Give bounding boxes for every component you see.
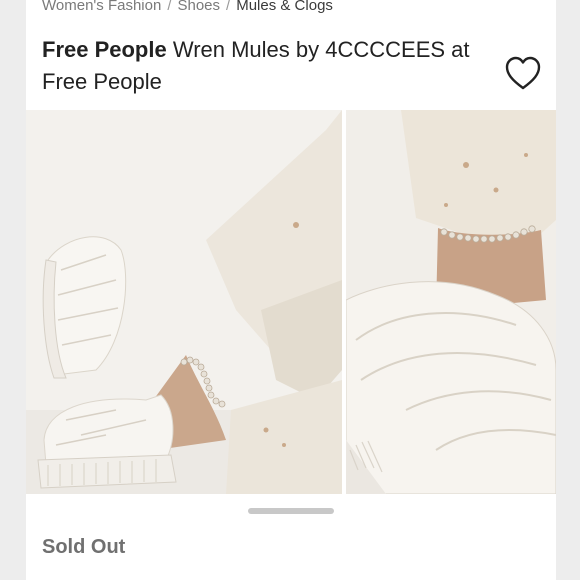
breadcrumb-item-mules-clogs[interactable]: Mules & Clogs xyxy=(236,0,333,14)
listing-title: Free People Wren Mules by 4CCCCEES at Fr… xyxy=(42,34,502,98)
product-photo-1[interactable] xyxy=(26,110,342,494)
breadcrumb-item-womens-fashion[interactable]: Women's Fashion xyxy=(42,0,161,14)
breadcrumb-separator: / xyxy=(226,0,231,14)
listing-card: Women's Fashion / Shoes / Mules & Clogs … xyxy=(26,0,556,580)
product-photo-2[interactable] xyxy=(346,110,556,494)
breadcrumb-item-shoes[interactable]: Shoes xyxy=(177,0,220,14)
heart-outline-icon[interactable] xyxy=(504,56,542,92)
breadcrumb: Women's Fashion / Shoes / Mules & Clogs xyxy=(42,0,333,16)
image-gallery[interactable] xyxy=(26,110,556,494)
listing-brand[interactable]: Free People xyxy=(42,37,167,62)
status-badge: Sold Out xyxy=(42,536,126,558)
gallery-scroll-indicator[interactable] xyxy=(248,508,334,514)
breadcrumb-separator: / xyxy=(167,0,172,14)
